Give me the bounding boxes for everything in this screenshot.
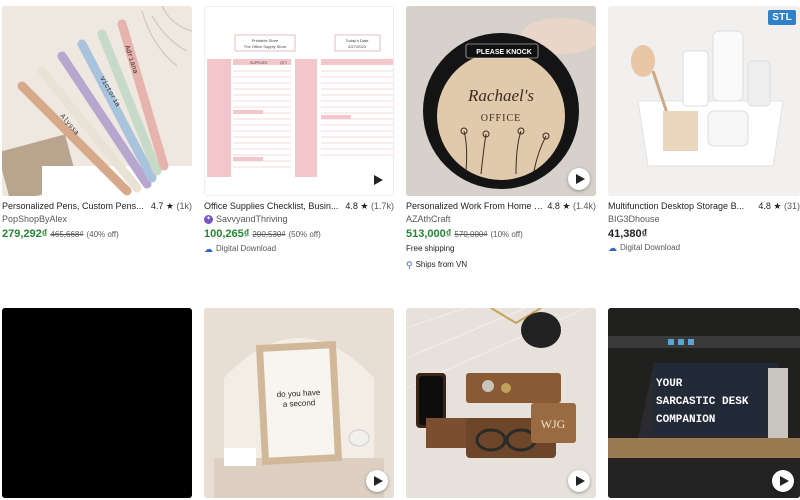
play-icon [575, 476, 585, 486]
listing-image-1[interactable]: Alyssa Victoria Adriana [2, 6, 192, 196]
shop-name[interactable]: BIG3Dhouse [608, 213, 800, 225]
listing-title[interactable]: Multifunction Desktop Storage B... [608, 200, 758, 212]
play-icon [575, 174, 585, 184]
sale-price: 279,292₫ [2, 228, 48, 240]
play-video-button[interactable] [568, 470, 590, 492]
play-video-button[interactable] [568, 168, 590, 190]
shop-name[interactable]: PopShopByAlex [2, 213, 192, 225]
stl-badge: STL [768, 10, 796, 25]
shop-row: ✦ SavvyandThriving [204, 213, 394, 225]
ships-from-tag: ⚲ Ships from VN [406, 260, 468, 270]
listing-card-1[interactable]: Alyssa Victoria Adriana Personalized Pen… [2, 6, 192, 241]
star-icon: ★ [360, 201, 369, 211]
location-pin-icon: ⚲ [406, 260, 413, 270]
discount-label: (50% off) [288, 230, 321, 239]
listing-rating: 4.8 ★ (1.7k) [345, 201, 394, 211]
listing-rating: 4.7 ★ (1k) [150, 201, 192, 211]
play-icon[interactable] [374, 175, 383, 185]
star-icon: ★ [165, 201, 174, 211]
listing-card-8[interactable]: YOUR SARCASTIC DESK COMPANION [608, 308, 800, 498]
original-price: 465,668₫ [50, 230, 84, 239]
sign-name-text: Rachael's [467, 86, 534, 105]
play-icon [779, 476, 789, 486]
star-seller-badge-icon: ✦ [204, 214, 213, 224]
listing-image-8[interactable]: YOUR SARCASTIC DESK COMPANION [608, 308, 800, 498]
print-line-2: a second [283, 398, 316, 409]
free-shipping-label: Free shipping [406, 244, 455, 253]
checklist-store-name: The Office Supply Store [244, 44, 287, 49]
listing-title[interactable]: Office Supplies Checklist, Busin... [204, 200, 345, 212]
companion-line-2: SARCASTIC DESK [656, 396, 749, 408]
engraved-initials: WJG [541, 417, 566, 431]
sale-price: 100,265₫ [204, 228, 250, 240]
listing-image-4[interactable]: STL [608, 6, 800, 196]
play-icon [373, 476, 383, 486]
cloud-download-icon: ☁ [608, 243, 617, 253]
shop-name[interactable]: SavvyandThriving [216, 213, 288, 225]
checklist-qty-header: QTY [280, 61, 288, 65]
listing-image-5[interactable] [2, 308, 192, 498]
discount-label: (40% off) [86, 230, 119, 239]
price: 41,380₫ [608, 228, 648, 240]
digital-download-tag: ☁ Digital Download [608, 243, 681, 253]
listing-title[interactable]: Personalized Work From Home P... [406, 200, 547, 212]
star-icon: ★ [562, 201, 571, 211]
listing-image-2[interactable]: Printable Store The Office Supply Store … [204, 6, 394, 196]
listing-card-2[interactable]: Printable Store The Office Supply Store … [204, 6, 394, 255]
cloud-download-icon: ☁ [204, 244, 213, 254]
original-price: 200,530₫ [252, 230, 286, 239]
listing-image-6[interactable]: do you have a second [204, 308, 394, 498]
shop-name[interactable]: AZAthCraft [406, 213, 596, 225]
listing-image-3[interactable]: PLEASE KNOCK Rachael's OFFICE [406, 6, 596, 196]
companion-line-1: YOUR [656, 378, 683, 390]
checklist-date-label: Today's Date [346, 38, 370, 43]
listing-card-6[interactable]: do you have a second [204, 308, 394, 498]
listing-rating: 4.8 ★ (1.4k) [547, 201, 596, 211]
checklist-date: 2/27/2023 [348, 44, 367, 49]
listing-title[interactable]: Personalized Pens, Custom Pens... [2, 200, 151, 212]
sign-knock-text: PLEASE KNOCK [476, 49, 532, 56]
discount-label: (10% off) [490, 230, 523, 239]
listing-card-3[interactable]: PLEASE KNOCK Rachael's OFFICE Personaliz… [406, 6, 596, 271]
original-price: 570,000₫ [454, 230, 488, 239]
play-video-button[interactable] [772, 470, 794, 492]
listing-rating: 4.8 ★ (31) [758, 201, 800, 211]
listing-card-4[interactable]: STL Multifunction Desktop Storage B... 4… [608, 6, 800, 254]
listing-card-7[interactable]: WJG [406, 308, 596, 498]
sale-price: 513,000₫ [406, 228, 452, 240]
play-video-button[interactable] [366, 470, 388, 492]
listing-card-5[interactable] [2, 308, 192, 498]
star-icon: ★ [773, 201, 782, 211]
checklist-store-label: Printable Store [252, 38, 279, 43]
companion-line-3: COMPANION [656, 414, 715, 426]
sign-office-text: OFFICE [481, 113, 521, 124]
checklist-supplies-header: SUPPLIES [250, 61, 268, 65]
listing-image-7[interactable]: WJG [406, 308, 596, 498]
digital-download-tag: ☁ Digital Download [204, 244, 277, 254]
